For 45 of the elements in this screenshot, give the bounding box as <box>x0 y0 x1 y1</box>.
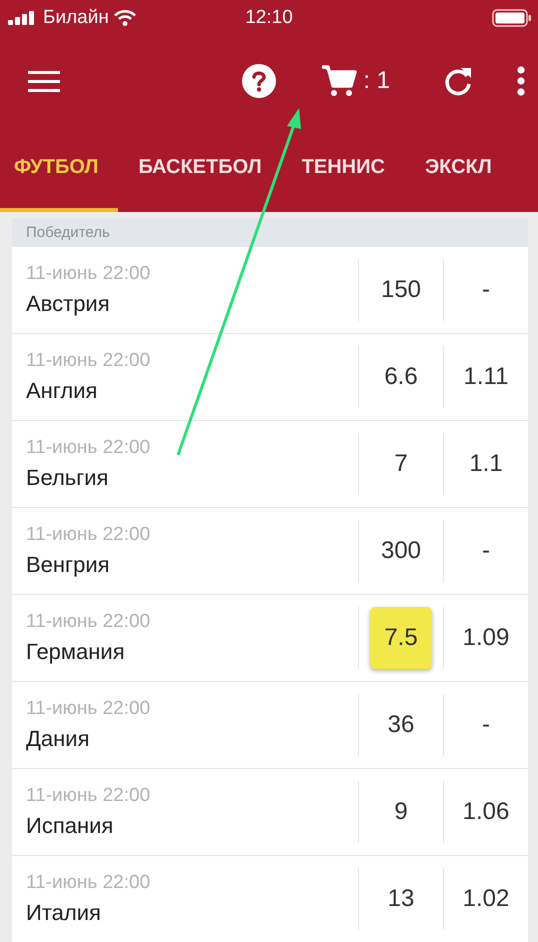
cart-button[interactable]: : 1 <box>321 64 390 98</box>
odds-button[interactable]: 1.06 <box>455 781 517 843</box>
battery-icon <box>492 8 532 28</box>
odds-button[interactable]: 9 <box>370 781 432 843</box>
team-name: Венгрия <box>26 552 111 578</box>
odds-button[interactable]: - <box>455 694 517 756</box>
odds-button[interactable]: 150 <box>370 259 432 321</box>
team-name: Германия <box>26 639 126 665</box>
odds-button[interactable]: - <box>455 259 517 321</box>
menu-button[interactable] <box>28 69 62 93</box>
event-date: 11-июнь 22:00 <box>26 698 152 720</box>
event-date: 11-июнь 22:00 <box>26 350 152 372</box>
help-button[interactable] <box>241 63 278 99</box>
event-date: 11-июнь 22:00 <box>26 785 152 807</box>
team-name: Испания <box>26 813 114 839</box>
odds-button[interactable]: - <box>455 520 517 582</box>
odds-button[interactable]: 1.1 <box>455 433 517 495</box>
team-name: Италия <box>26 900 102 926</box>
event-date: 11-июнь 22:00 <box>26 263 152 285</box>
sport-tab[interactable]: ТЕННИС <box>282 126 405 212</box>
odds-button[interactable]: 7 <box>370 433 432 495</box>
team-name: Дания <box>26 726 90 752</box>
odds-button[interactable]: 1.02 <box>455 868 517 930</box>
team-name: Англия <box>26 378 98 404</box>
carrier-name: Билайн <box>43 7 109 29</box>
wifi-icon <box>114 10 136 26</box>
team-name: Австрия <box>26 291 111 317</box>
odds-button[interactable]: 7.5 <box>370 607 432 669</box>
market-header: Победитель <box>12 218 528 247</box>
odds-button[interactable]: 36 <box>370 694 432 756</box>
clock-time: 12:10 <box>245 7 293 29</box>
odds-button[interactable]: 13 <box>370 868 432 930</box>
event-date: 11-июнь 22:00 <box>26 872 152 894</box>
team-name: Бельгия <box>26 465 110 491</box>
sport-tab[interactable]: ЭКСКЛ <box>404 126 512 212</box>
event-date: 11-июнь 22:00 <box>26 437 152 459</box>
odds-button[interactable]: 6.6 <box>370 346 432 408</box>
odds-button[interactable]: 1.09 <box>455 607 517 669</box>
event-date: 11-июнь 22:00 <box>26 524 152 546</box>
sport-tab[interactable]: ФУТБОЛ <box>0 126 118 212</box>
event-date: 11-июнь 22:00 <box>26 611 152 633</box>
sport-tab[interactable]: БАСКЕТБОЛ <box>118 126 282 212</box>
odds-button[interactable]: 1.11 <box>455 346 517 408</box>
odds-button[interactable]: 300 <box>370 520 432 582</box>
more-button[interactable] <box>516 66 526 96</box>
